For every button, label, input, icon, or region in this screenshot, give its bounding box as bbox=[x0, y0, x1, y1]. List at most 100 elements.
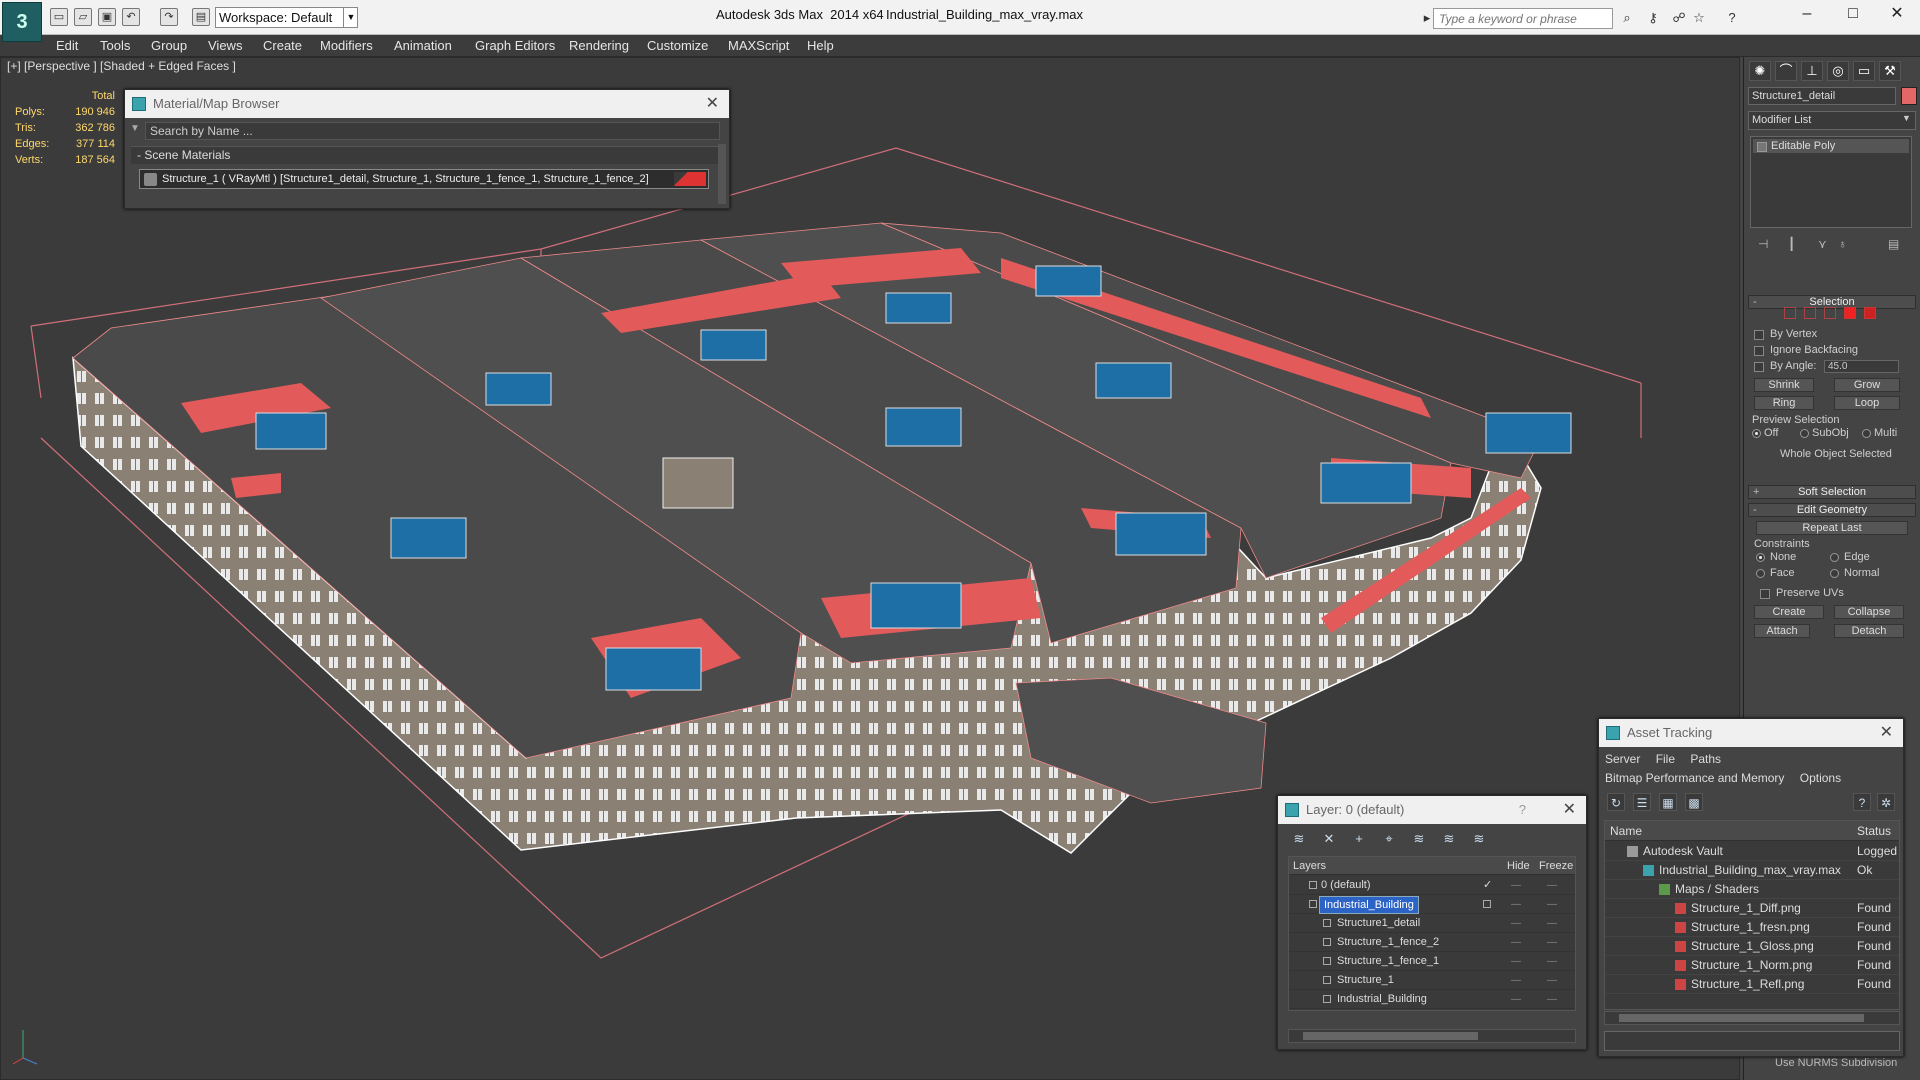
modify-tab-icon[interactable]: ⌒ bbox=[1775, 61, 1797, 81]
asset-row[interactable]: Maps / Shaders bbox=[1605, 880, 1899, 899]
edge-mode-icon[interactable] bbox=[1804, 307, 1816, 319]
close-icon[interactable]: ✕ bbox=[706, 90, 719, 118]
list-view-icon[interactable]: ☰ bbox=[1633, 793, 1651, 811]
save-file-icon[interactable]: ▣ bbox=[98, 8, 116, 26]
new-layer-icon[interactable]: ≋ bbox=[1290, 830, 1308, 848]
preserve-uvs-checkbox[interactable] bbox=[1760, 589, 1770, 599]
help-icon[interactable]: ? bbox=[1723, 9, 1741, 27]
preview-multi-radio[interactable] bbox=[1862, 429, 1871, 438]
by-vertex-checkbox[interactable] bbox=[1754, 330, 1764, 340]
menu-help[interactable]: Help bbox=[807, 38, 834, 53]
workspace-dropdown[interactable]: Workspace: Default bbox=[215, 7, 358, 28]
redo-icon[interactable]: ↷ bbox=[160, 8, 178, 26]
project-folder-icon[interactable]: ▤ bbox=[192, 8, 210, 26]
menu-group[interactable]: Group bbox=[151, 38, 187, 53]
menu-rendering[interactable]: Rendering bbox=[569, 38, 629, 53]
menu-maxscript[interactable]: MAXScript bbox=[728, 38, 789, 53]
grid-view-icon[interactable]: ▩ bbox=[1685, 793, 1703, 811]
menu-bitmap-performance[interactable]: Bitmap Performance and Memory bbox=[1605, 771, 1784, 785]
communication-icon[interactable]: ☍ bbox=[1670, 9, 1688, 27]
menu-customize[interactable]: Customize bbox=[647, 38, 708, 53]
ignore-backfacing-checkbox[interactable] bbox=[1754, 346, 1764, 356]
filter-triangle-icon[interactable]: ▼ bbox=[130, 123, 140, 134]
delete-layer-icon[interactable]: ✕ bbox=[1320, 830, 1338, 848]
section-collapse-sign[interactable]: - bbox=[137, 148, 141, 162]
preview-off-radio[interactable] bbox=[1752, 429, 1761, 438]
edit-geometry-rollout[interactable]: Edit Geometry bbox=[1748, 503, 1916, 517]
minimize-icon[interactable]: – bbox=[1784, 0, 1830, 30]
scrollbar-thumb[interactable] bbox=[1619, 1014, 1864, 1022]
utilities-tab-icon[interactable]: ⚒ bbox=[1879, 61, 1901, 81]
name-column-header[interactable]: Name bbox=[1610, 824, 1642, 838]
constraint-edge-radio[interactable] bbox=[1830, 553, 1839, 562]
asset-path-field[interactable] bbox=[1604, 1031, 1900, 1051]
layer-row[interactable]: Industrial_Building — — bbox=[1289, 990, 1575, 1009]
menu-tools[interactable]: Tools bbox=[100, 38, 130, 53]
shrink-button[interactable]: Shrink bbox=[1754, 378, 1814, 392]
menu-graph-editors[interactable]: Graph Editors bbox=[475, 38, 555, 53]
layer-horizontal-scrollbar[interactable] bbox=[1288, 1029, 1576, 1043]
menu-create[interactable]: Create bbox=[263, 38, 302, 53]
angle-spinner[interactable]: 45.0 bbox=[1824, 360, 1899, 373]
hide-toggle[interactable]: — bbox=[1511, 971, 1521, 990]
create-tab-icon[interactable]: ✺ bbox=[1749, 61, 1771, 81]
open-file-icon[interactable]: ▱ bbox=[74, 8, 92, 26]
viewport-label[interactable]: [+] [Perspective ] [Shaded + Edged Faces… bbox=[7, 59, 236, 73]
menu-modifiers[interactable]: Modifiers bbox=[320, 38, 373, 53]
asset-tracking-title-bar[interactable]: Asset Tracking ✕ bbox=[1599, 719, 1903, 747]
settings-icon[interactable]: ✲ bbox=[1877, 793, 1895, 811]
asset-row[interactable]: Structure_1_Norm.png Found bbox=[1605, 956, 1899, 975]
material-item[interactable]: Structure_1 ( VRayMtl ) [Structure1_deta… bbox=[139, 169, 709, 189]
pin-stack-icon[interactable]: ⊣ bbox=[1758, 237, 1768, 251]
preview-subobj-radio[interactable] bbox=[1800, 429, 1809, 438]
menu-options[interactable]: Options bbox=[1800, 771, 1841, 785]
chevron-down-icon[interactable]: ▼ bbox=[343, 7, 358, 28]
hide-toggle[interactable]: — bbox=[1511, 990, 1521, 1009]
asset-row[interactable]: Structure_1_Gloss.png Found bbox=[1605, 937, 1899, 956]
configure-sets-icon[interactable]: ▤ bbox=[1888, 237, 1899, 251]
freeze-toggle[interactable]: — bbox=[1547, 933, 1557, 952]
detach-button[interactable]: Detach bbox=[1834, 624, 1904, 638]
help-icon[interactable]: ? bbox=[1853, 793, 1871, 811]
hide-toggle[interactable]: — bbox=[1511, 933, 1521, 952]
soft-selection-rollout[interactable]: Soft Selection bbox=[1748, 485, 1916, 499]
loop-button[interactable]: Loop bbox=[1834, 396, 1900, 410]
vertex-mode-icon[interactable] bbox=[1784, 307, 1796, 319]
layers-column-header[interactable]: Layers bbox=[1293, 860, 1326, 872]
close-icon[interactable]: ✕ bbox=[1874, 0, 1920, 30]
table-view-icon[interactable]: ▦ bbox=[1659, 793, 1677, 811]
highlight-layer-icon[interactable]: ≋ bbox=[1410, 830, 1428, 848]
menu-paths[interactable]: Paths bbox=[1690, 752, 1721, 766]
add-to-layer-icon[interactable]: + bbox=[1350, 830, 1368, 848]
show-end-result-icon[interactable]: ┃ bbox=[1788, 237, 1795, 251]
material-browser-title-bar[interactable]: Material/Map Browser ✕ bbox=[125, 90, 729, 118]
modifier-list-dropdown[interactable]: Modifier List bbox=[1748, 111, 1916, 130]
menu-animation[interactable]: Animation bbox=[394, 38, 452, 53]
freeze-column-header[interactable]: Freeze bbox=[1539, 860, 1573, 872]
hierarchy-tab-icon[interactable]: ⊥ bbox=[1801, 61, 1823, 81]
material-scrollbar[interactable] bbox=[718, 144, 726, 204]
ring-button[interactable]: Ring bbox=[1754, 396, 1814, 410]
modifier-stack-item[interactable]: Editable Poly bbox=[1753, 139, 1909, 153]
layer-row[interactable]: Industrial_Building — — bbox=[1289, 895, 1575, 914]
asset-row[interactable]: Industrial_Building_max_vray.max Ok bbox=[1605, 861, 1899, 880]
collapse-button[interactable]: Collapse bbox=[1834, 605, 1904, 619]
freeze-toggle[interactable]: — bbox=[1547, 876, 1557, 895]
border-mode-icon[interactable] bbox=[1824, 307, 1836, 319]
menu-views[interactable]: Views bbox=[208, 38, 242, 53]
constraint-none-radio[interactable] bbox=[1756, 553, 1765, 562]
polygon-mode-icon[interactable] bbox=[1844, 307, 1856, 319]
close-icon[interactable]: ✕ bbox=[1880, 719, 1893, 747]
freeze-toggle[interactable]: — bbox=[1547, 971, 1557, 990]
layer-box-icon[interactable] bbox=[1483, 900, 1491, 908]
grow-button[interactable]: Grow bbox=[1834, 378, 1900, 392]
layer-row[interactable]: Structure_1_fence_2 — — bbox=[1289, 933, 1575, 952]
asset-row[interactable]: Structure_1_fresn.png Found bbox=[1605, 918, 1899, 937]
constraint-face-radio[interactable] bbox=[1756, 569, 1765, 578]
hide-toggle[interactable]: — bbox=[1511, 952, 1521, 971]
freeze-toggle[interactable]: — bbox=[1547, 914, 1557, 933]
motion-tab-icon[interactable]: ◎ bbox=[1827, 61, 1849, 81]
menu-edit[interactable]: Edit bbox=[56, 38, 78, 53]
modifier-stack[interactable]: Editable Poly bbox=[1750, 136, 1912, 228]
menu-file[interactable]: File bbox=[1656, 752, 1675, 766]
